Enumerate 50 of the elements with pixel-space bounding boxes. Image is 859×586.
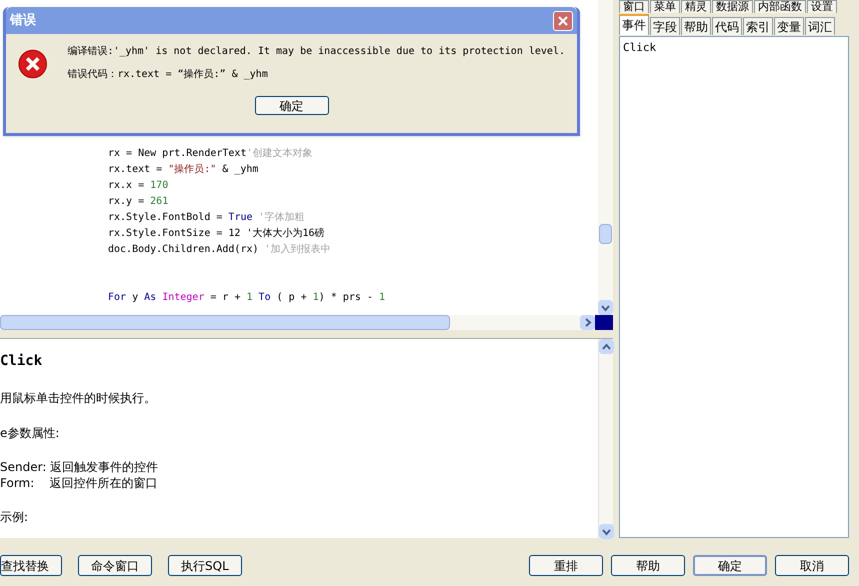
tab[interactable]: 设置: [807, 0, 837, 13]
list-item[interactable]: Click: [623, 40, 845, 56]
tab[interactable]: 帮助: [681, 17, 711, 35]
dialog-title: 错误: [10, 12, 36, 30]
code-line: rx.Style.FontSize = 12 '大体大小为16磅: [108, 226, 325, 241]
help-text: e参数属性:: [0, 425, 60, 442]
tab[interactable]: 窗口: [619, 0, 649, 13]
help-text: 示例:: [0, 509, 30, 526]
dialog-button[interactable]: 帮助: [611, 555, 685, 576]
scroll-down-icon[interactable]: [598, 524, 614, 539]
code-line: rx.Style.FontBold = True '字体加粗: [108, 210, 305, 225]
close-icon: [558, 16, 568, 26]
tab[interactable]: 代码: [712, 17, 742, 35]
close-button[interactable]: [553, 10, 573, 30]
scroll-up-icon[interactable]: [598, 339, 614, 354]
ok-button[interactable]: 确定: [254, 96, 328, 115]
tab[interactable]: 菜单: [650, 0, 680, 13]
tab[interactable]: 内部函数: [754, 0, 806, 13]
error-message: 编译错误:'_yhm' is not declared. It may be inaccessible due to its protection level.: [67, 44, 565, 59]
toolbar-button[interactable]: 执行SQL: [168, 555, 242, 576]
help-text: 用鼠标单击控件的时候执行。: [0, 390, 157, 407]
scroll-thumb[interactable]: [0, 315, 450, 330]
help-text: Sender: 返回触发事件的控件: [0, 459, 160, 475]
tab[interactable]: 数据源: [712, 0, 753, 13]
vertical-scrollbar[interactable]: [598, 339, 613, 539]
tab[interactable]: 事件: [619, 14, 649, 35]
code-line: rx.text = "操作员:" & _yhm: [108, 163, 258, 177]
tab[interactable]: 字段: [650, 17, 680, 35]
scroll-down-icon[interactable]: [598, 300, 613, 315]
code-line: rx.x = 170: [108, 179, 168, 193]
code-line: rx = New prt.RenderText'创建文本对象: [108, 146, 313, 161]
code-line: For y As Integer = r + 1 To ( p + 1) * prs - 1: [108, 291, 386, 305]
toolbar-button[interactable]: 查找替换: [0, 555, 62, 576]
tab[interactable]: 精灵: [681, 0, 711, 13]
help-text: Form: 返回控件所在的窗口: [0, 475, 159, 491]
event-list[interactable]: Click: [619, 36, 849, 538]
tab[interactable]: 变量: [774, 17, 804, 35]
help-title: Click: [0, 352, 44, 371]
tab[interactable]: 词汇: [805, 17, 835, 35]
tab[interactable]: 索引: [743, 17, 773, 35]
dialog-button[interactable]: 取消: [775, 555, 849, 576]
code-line: rx.y = 261: [108, 195, 168, 209]
toolbar-button[interactable]: 命令窗口: [78, 555, 152, 576]
error-code: 错误代码：rx.text = “操作员:” & _yhm: [67, 68, 269, 82]
dialog-button[interactable]: 重排: [529, 555, 603, 576]
code-line: doc.Body.Children.Add(rx) '加入到报表中: [108, 242, 331, 257]
dialog-button[interactable]: 确定: [693, 555, 767, 576]
error-icon: [18, 48, 48, 80]
scroll-thumb[interactable]: [599, 224, 612, 244]
scroll-right-icon[interactable]: [580, 315, 595, 330]
